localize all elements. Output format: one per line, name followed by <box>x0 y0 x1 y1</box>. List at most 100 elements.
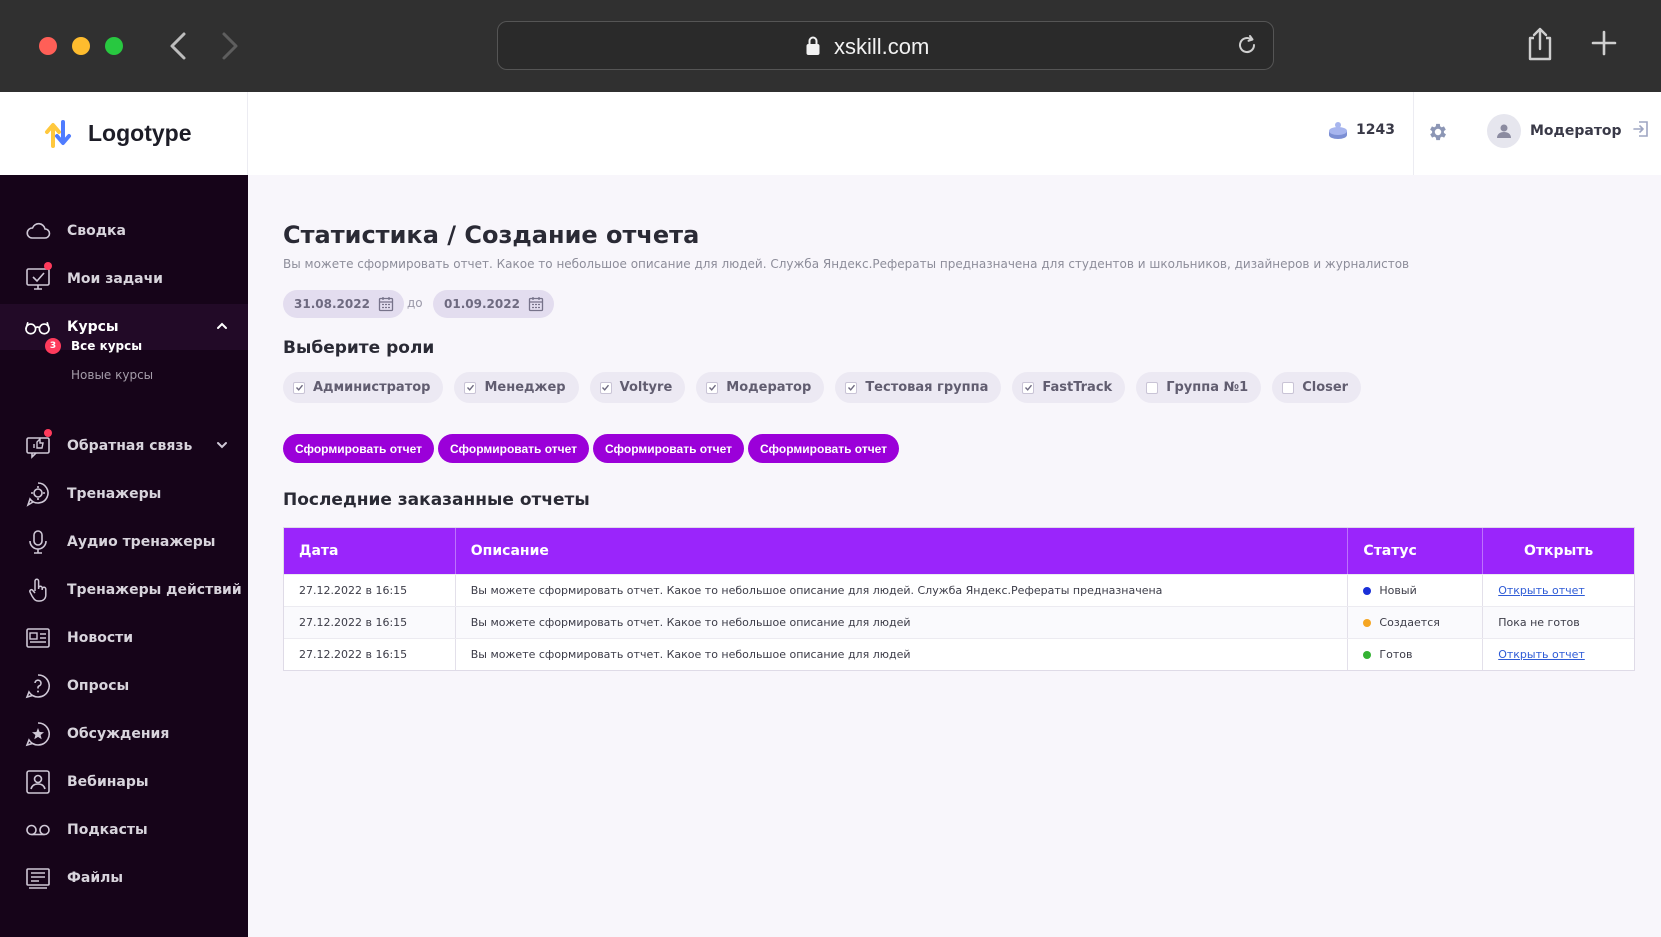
logout-icon[interactable] <box>1632 120 1650 142</box>
generate-report-button[interactable]: Сформировать отчет <box>748 434 900 463</box>
user-menu[interactable]: Модератор <box>1487 114 1650 148</box>
cell-status: Новый <box>1348 575 1484 606</box>
sidebar-item-trainers[interactable]: Тренажеры <box>0 471 248 517</box>
role-checkbox-voltyre[interactable]: Voltyre <box>589 372 686 403</box>
share-icon[interactable] <box>1525 26 1555 66</box>
sidebar-item-label: Подкасты <box>67 822 148 838</box>
status-label: Новый <box>1379 584 1417 597</box>
browser-toolbar: xskill.com <box>0 0 1661 92</box>
forward-button[interactable] <box>214 26 246 66</box>
sidebar-item-label: Сводка <box>67 223 127 239</box>
role-label: Тестовая группа <box>865 380 989 395</box>
sidebar-item-label: Опросы <box>67 678 130 694</box>
page-description: Вы можете сформировать отчет. Какое то н… <box>283 257 1410 271</box>
chevron-up-icon[interactable] <box>216 320 228 336</box>
table-row: 27.12.2022 в 16:15 Вы можете сформироват… <box>284 606 1634 638</box>
role-checkbox-manager[interactable]: Менеджер <box>454 372 579 403</box>
files-icon <box>24 865 51 892</box>
cell-description: Вы можете сформировать отчет. Какое то н… <box>456 575 1349 606</box>
reports-section-title: Последние заказанные отчеты <box>283 490 590 510</box>
cell-date: 27.12.2022 в 16:15 <box>284 575 456 606</box>
sidebar-item-polls[interactable]: Опросы <box>0 663 248 709</box>
sidebar-item-my-tasks[interactable]: Мои задачи <box>0 256 248 302</box>
chevron-down-icon[interactable] <box>216 439 228 455</box>
feedback-icon <box>24 428 52 460</box>
page-title: Статистика / Создание отчета <box>283 221 700 249</box>
app-header: Logotype 1243 Модератор <box>0 92 1661 175</box>
column-header-status[interactable]: Статус <box>1348 528 1484 574</box>
user-name: Модератор <box>1530 123 1622 139</box>
cell-date: 27.12.2022 в 16:15 <box>284 639 456 670</box>
sidebar-item-news[interactable]: Новости <box>0 615 248 661</box>
question-icon <box>24 673 51 700</box>
close-window-button[interactable] <box>39 37 57 55</box>
podcast-icon <box>24 817 51 844</box>
trainer-gear-icon <box>24 481 51 508</box>
courses-count-badge: 3 <box>45 338 61 354</box>
date-from-picker[interactable]: 31.08.2022 <box>283 290 404 318</box>
sidebar-item-discussions[interactable]: Обсуждения <box>0 711 248 757</box>
role-checkbox-moderator[interactable]: Модератор <box>696 372 825 403</box>
settings-gear-icon[interactable] <box>1427 121 1449 147</box>
role-checkbox-group-1[interactable]: Группа №1 <box>1136 372 1262 403</box>
role-checkbox-test-group[interactable]: Тестовая группа <box>835 372 1002 403</box>
hand-pointer-icon <box>24 577 51 604</box>
role-checkbox-closer[interactable]: Closer <box>1272 372 1362 403</box>
sidebar-item-label: Новости <box>67 630 134 646</box>
column-header-date[interactable]: Дата <box>284 528 456 574</box>
not-ready-text: Пока не готов <box>1498 616 1580 629</box>
cell-open: Открыть отчет <box>1483 575 1634 606</box>
report-actions: Сформировать отчет Сформировать отчет Сф… <box>283 434 900 463</box>
role-checkbox-fasttrack[interactable]: FastTrack <box>1012 372 1126 403</box>
cloud-icon <box>24 218 51 245</box>
sidebar-item-feedback[interactable]: Обратная связь <box>0 423 248 469</box>
sidebar-item-webinars[interactable]: Вебинары <box>0 759 248 805</box>
sidebar-subitem-all-courses[interactable]: Все курсы <box>71 339 142 353</box>
cell-open: Открыть отчет <box>1483 639 1634 670</box>
generate-report-button[interactable]: Сформировать отчет <box>283 434 435 463</box>
status-label: Готов <box>1379 648 1413 661</box>
sidebar-item-audio-trainers[interactable]: Аудио тренажеры <box>0 519 248 565</box>
sidebar-item-label: Вебинары <box>67 774 149 790</box>
sidebar-item-podcasts[interactable]: Подкасты <box>0 807 248 853</box>
lock-icon <box>805 35 821 61</box>
sidebar-item-files[interactable]: Файлы <box>0 855 248 901</box>
cell-description: Вы можете сформировать отчет. Какое то н… <box>456 607 1349 638</box>
cell-date: 27.12.2022 в 16:15 <box>284 607 456 638</box>
checkbox-checked-icon <box>293 381 305 394</box>
newspaper-icon <box>24 625 51 652</box>
new-tab-icon[interactable] <box>1591 30 1617 60</box>
date-to-picker[interactable]: 01.09.2022 <box>433 290 554 318</box>
sidebar-subitem-new-courses[interactable]: Новые курсы <box>71 368 153 382</box>
star-chat-icon <box>24 721 51 748</box>
column-header-description[interactable]: Описание <box>456 528 1349 574</box>
sidebar-item-summary[interactable]: Сводка <box>0 208 248 254</box>
generate-report-button[interactable]: Сформировать отчет <box>593 434 745 463</box>
role-checkbox-administrator[interactable]: Администратор <box>283 372 444 403</box>
role-label: FastTrack <box>1042 380 1113 395</box>
table-row: 27.12.2022 в 16:15 Вы можете сформироват… <box>284 638 1634 670</box>
checkbox-checked-icon <box>845 381 858 394</box>
sidebar-item-label: Курсы <box>67 319 119 335</box>
date-from-value: 31.08.2022 <box>294 297 370 311</box>
column-header-open[interactable]: Открыть <box>1483 528 1634 574</box>
cell-description: Вы можете сформировать отчет. Какое то н… <box>456 639 1349 670</box>
address-bar[interactable]: xskill.com <box>497 21 1274 70</box>
coins-icon <box>1329 122 1347 139</box>
checkbox-unchecked-icon <box>1282 381 1295 394</box>
sidebar-item-label: Файлы <box>67 870 124 886</box>
logo[interactable]: Logotype <box>0 92 248 175</box>
reload-icon[interactable] <box>1235 33 1259 61</box>
generate-report-button[interactable]: Сформировать отчет <box>438 434 590 463</box>
status-dot <box>1363 586 1372 595</box>
calendar-icon <box>378 297 394 312</box>
coins-counter[interactable]: 1243 <box>1328 120 1395 140</box>
open-report-link[interactable]: Открыть отчет <box>1498 648 1585 661</box>
sidebar-item-action-trainers[interactable]: Тренажеры действий <box>0 567 248 613</box>
roles-list: Администратор Менеджер Voltyre Модератор… <box>283 372 1362 403</box>
minimize-window-button[interactable] <box>72 37 90 55</box>
back-button[interactable] <box>164 26 196 66</box>
checkbox-checked-icon <box>464 381 477 394</box>
open-report-link[interactable]: Открыть отчет <box>1498 584 1585 597</box>
maximize-window-button[interactable] <box>105 37 123 55</box>
